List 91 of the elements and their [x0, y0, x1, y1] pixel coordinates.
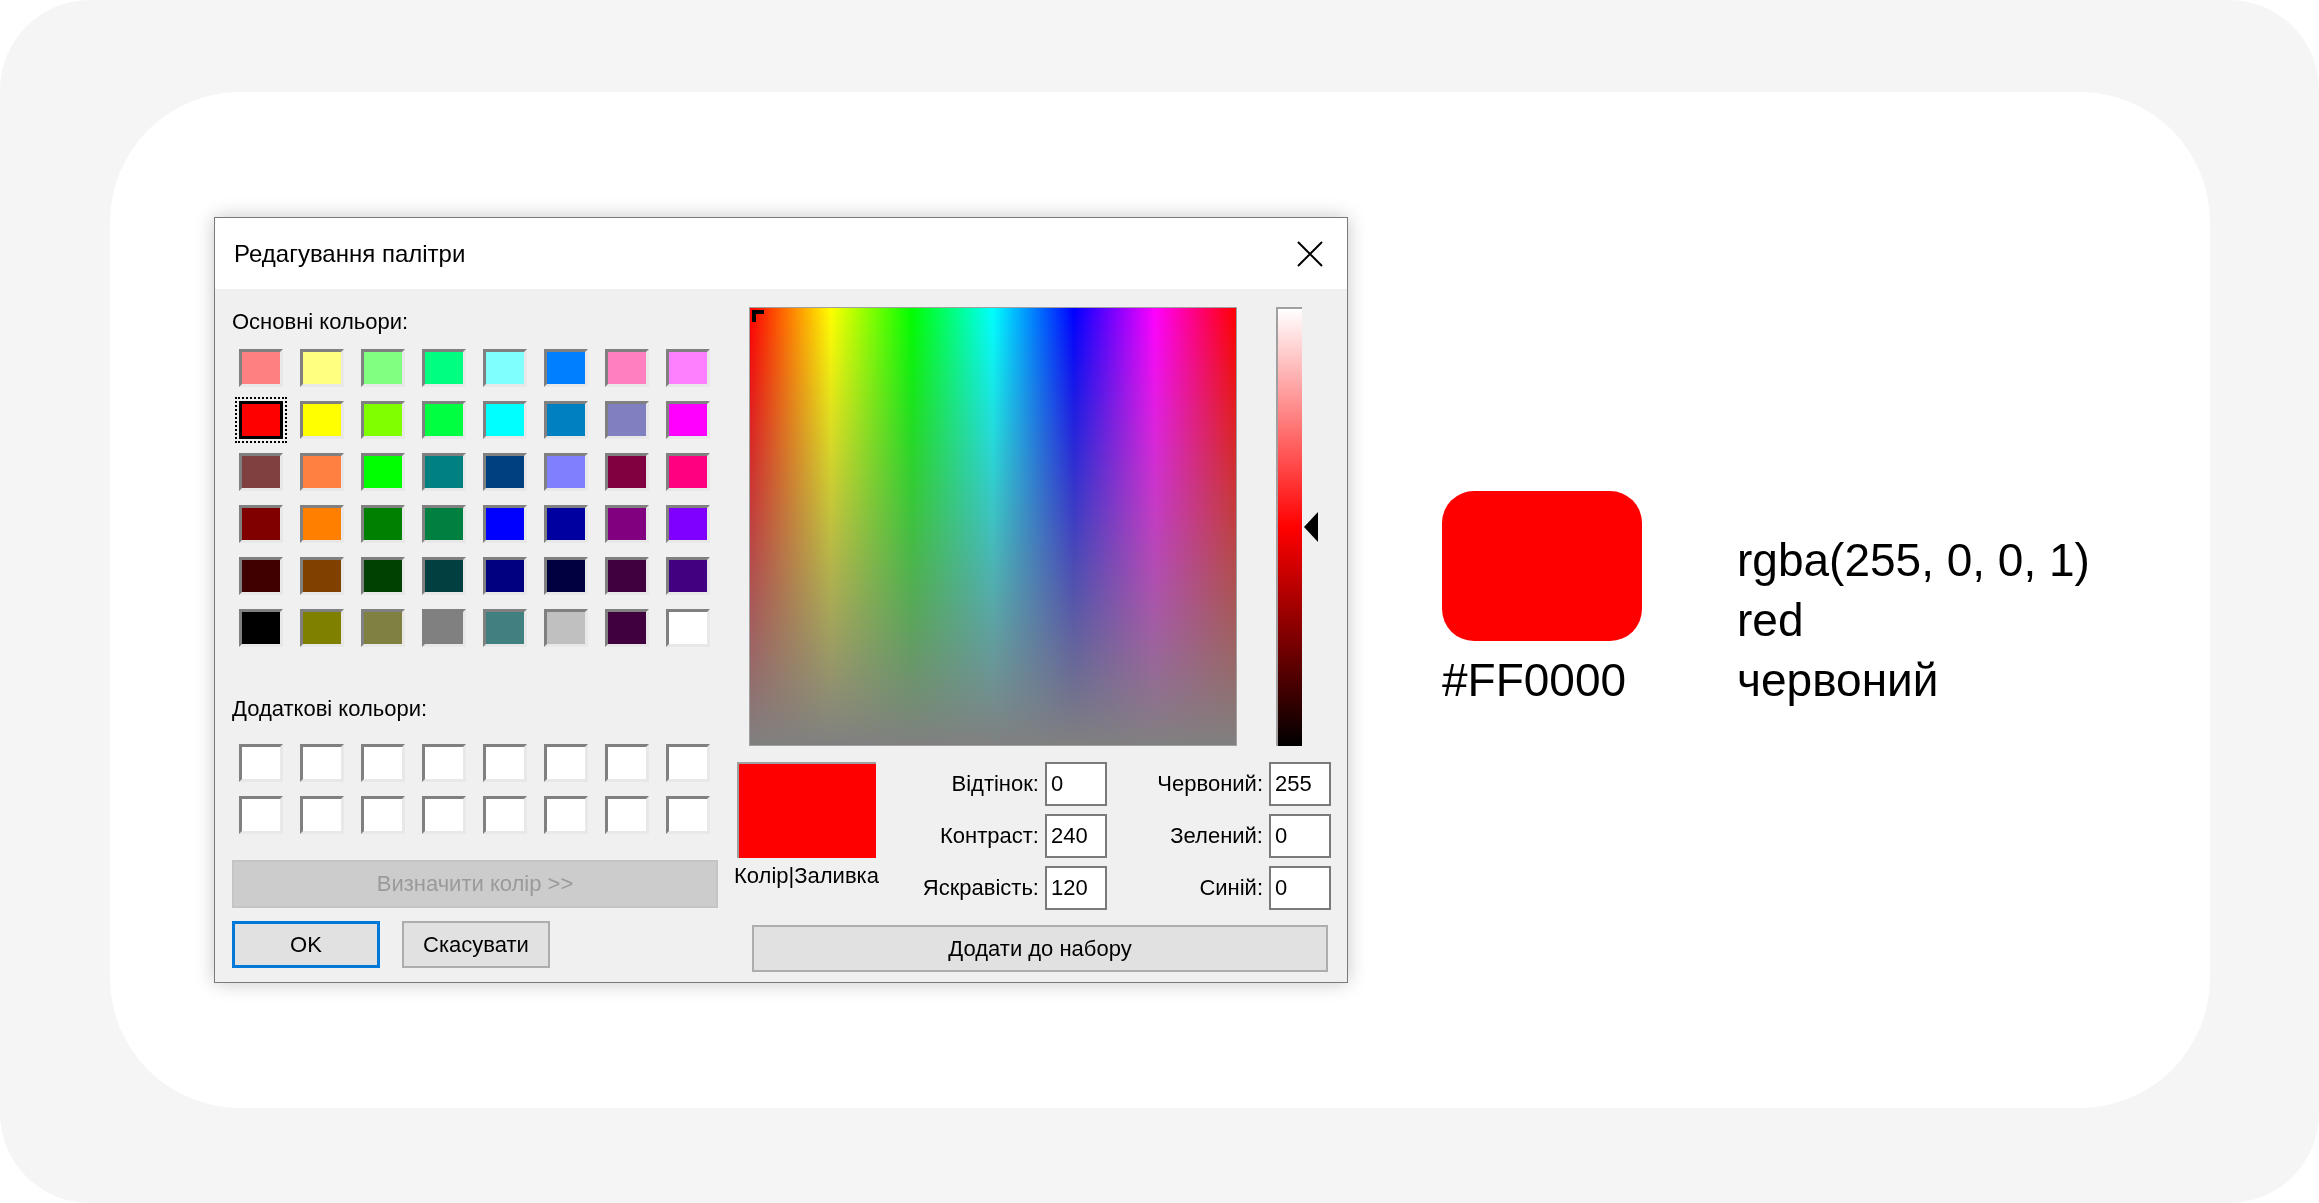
color-swatch[interactable] [544, 349, 588, 387]
color-swatch[interactable] [544, 401, 588, 439]
field-label: Яскравість: [922, 875, 1039, 901]
color-swatch[interactable] [666, 453, 710, 491]
field-label: Синій: [1199, 875, 1263, 901]
custom-color-swatch[interactable] [544, 744, 588, 782]
color-swatch[interactable] [605, 349, 649, 387]
color-swatch[interactable] [483, 401, 527, 439]
color-swatch[interactable] [239, 453, 283, 491]
color-swatch[interactable] [483, 453, 527, 491]
color-swatch[interactable] [666, 401, 710, 439]
custom-color-swatch[interactable] [483, 796, 527, 834]
color-swatch[interactable] [544, 453, 588, 491]
color-swatch[interactable] [239, 609, 283, 647]
color-swatch[interactable] [361, 453, 405, 491]
color-swatch[interactable] [422, 505, 466, 543]
color-swatch[interactable] [605, 557, 649, 595]
color-swatch[interactable] [666, 609, 710, 647]
slider-thumb[interactable] [1304, 511, 1318, 542]
color-swatch[interactable] [544, 609, 588, 647]
color-swatch[interactable] [605, 505, 649, 543]
add-to-set-button[interactable]: Додати до набору [752, 925, 1328, 972]
custom-color-swatch[interactable] [544, 796, 588, 834]
custom-color-swatch[interactable] [300, 796, 344, 834]
custom-color-swatch[interactable] [361, 744, 405, 782]
field-label: Червоний: [1157, 771, 1263, 797]
color-swatch[interactable] [300, 453, 344, 491]
number-field[interactable]: 120 [1044, 866, 1107, 910]
color-swatch[interactable] [605, 401, 649, 439]
custom-color-swatch[interactable] [239, 744, 283, 782]
color-swatch[interactable] [239, 505, 283, 543]
crosshair-icon [752, 310, 764, 322]
color-swatch[interactable] [361, 557, 405, 595]
field-label: Відтінок: [951, 771, 1039, 797]
color-swatch[interactable] [361, 505, 405, 543]
color-spectrum[interactable] [749, 307, 1237, 746]
custom-color-swatch[interactable] [483, 744, 527, 782]
color-swatch[interactable] [483, 609, 527, 647]
color-swatch[interactable] [361, 349, 405, 387]
basic-colors-label: Основні кольори: [232, 308, 409, 336]
color-swatch[interactable] [666, 505, 710, 543]
custom-color-swatch[interactable] [422, 796, 466, 834]
field-label: Контраст: [940, 823, 1039, 849]
color-swatch[interactable] [605, 609, 649, 647]
color-swatch[interactable] [666, 557, 710, 595]
color-swatch[interactable] [300, 505, 344, 543]
number-field[interactable]: 240 [1044, 814, 1107, 858]
color-swatch[interactable] [361, 401, 405, 439]
color-description: rgba(255, 0, 0, 1) [1737, 532, 2090, 588]
custom-color-swatch[interactable] [300, 744, 344, 782]
custom-colors-label: Додаткові кольори: [232, 695, 428, 723]
color-swatch[interactable] [239, 349, 283, 387]
custom-color-swatch[interactable] [361, 796, 405, 834]
ok-button[interactable]: OK [232, 921, 380, 968]
color-swatch[interactable] [422, 609, 466, 647]
color-swatch[interactable] [300, 401, 344, 439]
number-field[interactable]: 0 [1044, 762, 1107, 806]
custom-color-swatch[interactable] [422, 744, 466, 782]
color-swatch[interactable] [483, 557, 527, 595]
hex-code: #FF0000 [1442, 652, 1627, 708]
color-swatch[interactable] [422, 401, 466, 439]
color-swatch[interactable] [422, 557, 466, 595]
number-field[interactable]: 0 [1269, 866, 1331, 910]
cancel-button[interactable]: Скасувати [402, 921, 550, 968]
color-swatch[interactable] [422, 453, 466, 491]
color-swatch[interactable] [300, 609, 344, 647]
color-swatch[interactable] [483, 505, 527, 543]
close-icon[interactable] [1297, 240, 1323, 267]
number-field[interactable]: 0 [1269, 814, 1331, 858]
color-swatch[interactable] [544, 505, 588, 543]
window-title: Редагування палітри [234, 239, 466, 268]
custom-color-swatch[interactable] [239, 796, 283, 834]
custom-color-swatch[interactable] [605, 796, 649, 834]
number-field[interactable]: 255 [1269, 762, 1331, 806]
color-description: red [1737, 592, 1804, 648]
field-label: Зелений: [1170, 823, 1263, 849]
color-swatch[interactable] [422, 349, 466, 387]
color-swatch[interactable] [239, 557, 283, 595]
preview-label: Колір|Заливка [734, 864, 879, 888]
color-swatch[interactable] [361, 609, 405, 647]
luminance-bar[interactable] [1276, 307, 1302, 746]
color-swatch[interactable] [483, 349, 527, 387]
custom-color-swatch[interactable] [605, 744, 649, 782]
color-swatch[interactable] [544, 557, 588, 595]
color-swatch[interactable] [605, 453, 649, 491]
custom-color-swatch[interactable] [666, 796, 710, 834]
custom-color-swatch[interactable] [666, 744, 710, 782]
color-swatch[interactable] [300, 349, 344, 387]
color-description: червоний [1737, 652, 1939, 708]
color-swatch[interactable] [300, 557, 344, 595]
color-swatch[interactable] [666, 349, 710, 387]
